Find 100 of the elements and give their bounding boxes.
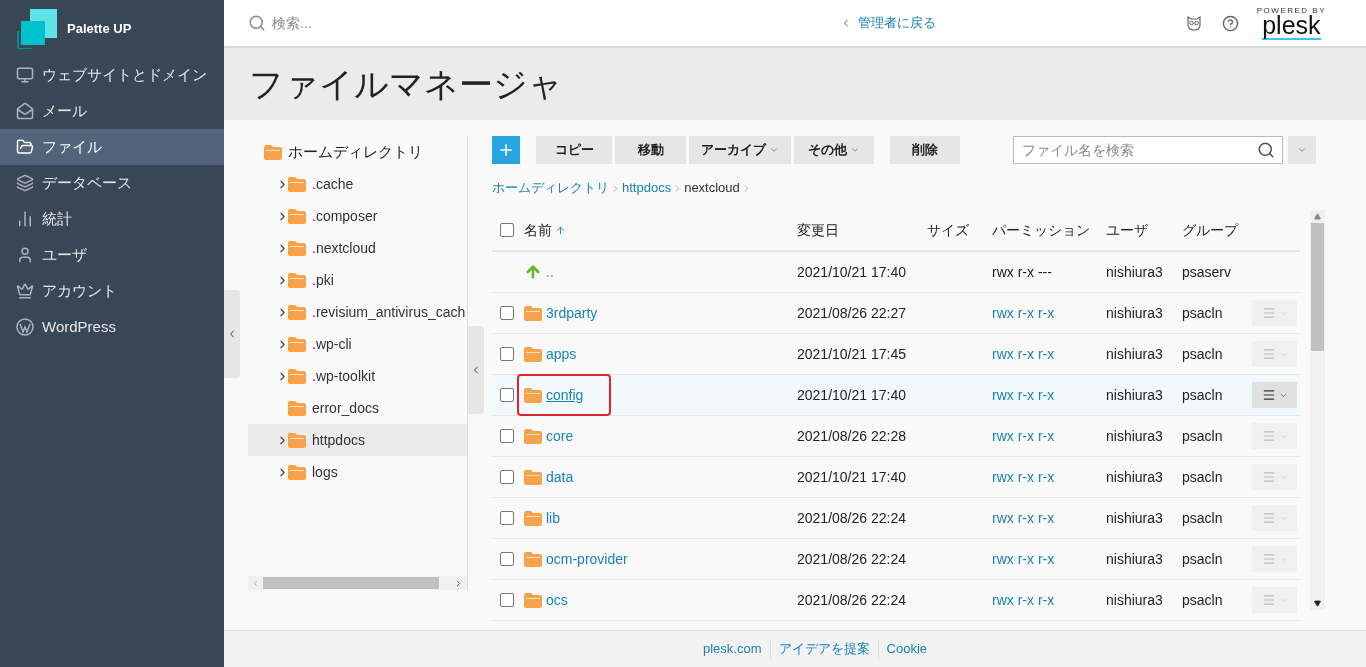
- footer-link[interactable]: アイデアを提案: [769, 639, 878, 659]
- tree-item[interactable]: ホームディレクトリ: [248, 136, 467, 168]
- group-cell: psacln: [1182, 468, 1223, 485]
- row-menu-button[interactable]: [1252, 382, 1297, 408]
- permissions-cell[interactable]: rwx r-x r-x: [992, 509, 1055, 526]
- date-cell: 2021/08/26 22:24: [797, 509, 906, 526]
- folder-icon: [288, 304, 306, 320]
- logo-tagline: POWERED BY: [1256, 6, 1326, 15]
- toolbar-button[interactable]: 削除: [890, 136, 960, 164]
- toolbar-button[interactable]: 移動: [615, 136, 686, 164]
- user-cell: nishiura3: [1106, 427, 1163, 444]
- nav-item[interactable]: ファイル: [0, 129, 224, 165]
- owl-icon[interactable]: [1185, 15, 1202, 31]
- toolbar-button[interactable]: その他: [794, 136, 874, 164]
- tree-item[interactable]: error_docs: [248, 392, 467, 424]
- menu-icon: [1261, 429, 1276, 443]
- table-row[interactable]: .. 2021/10/21 17:40 rwx r-x --- nishiura3 psaserv: [492, 252, 1300, 293]
- toolbar-button[interactable]: コピー: [536, 136, 612, 164]
- checkbox[interactable]: [500, 511, 514, 525]
- folder-icon: [288, 336, 306, 352]
- breadcrumb-link[interactable]: httpdocs: [622, 178, 672, 198]
- permissions-cell[interactable]: rwx r-x r-x: [992, 386, 1055, 403]
- nav-item[interactable]: 統計: [0, 201, 224, 237]
- table-row[interactable]: lib 2021/08/26 22:24 rwx r-x r-x nishiura3 psacln: [492, 498, 1300, 539]
- breadcrumb-link[interactable]: nextcloud: [684, 178, 740, 198]
- tree-item[interactable]: .wp-toolkit: [248, 360, 467, 392]
- column-header[interactable]: 名前: [524, 219, 566, 241]
- checkbox[interactable]: [500, 306, 514, 320]
- file-name-link[interactable]: core: [546, 425, 574, 447]
- footer-link[interactable]: plesk.com: [695, 639, 770, 659]
- table-row[interactable]: ocm-provider 2021/08/26 22:24 rwx r-x r-x nishiura3 psacln: [492, 539, 1300, 580]
- checkbox[interactable]: [500, 593, 514, 607]
- back-link[interactable]: 管理者に戻る: [857, 13, 936, 33]
- toolbar-button[interactable]: アーカイブ: [689, 136, 791, 164]
- checkbox[interactable]: [500, 552, 514, 566]
- tree-item[interactable]: .cache: [248, 168, 467, 200]
- nav-item[interactable]: データベース: [0, 165, 224, 201]
- tree-item[interactable]: .wp-cli: [248, 328, 467, 360]
- horizontal-scrollbar[interactable]: [248, 576, 467, 590]
- column-header[interactable]: パーミッション: [992, 219, 1090, 241]
- file-name-link[interactable]: config: [546, 384, 584, 406]
- permissions-cell[interactable]: rwx r-x r-x: [992, 591, 1055, 608]
- scroll-right-icon[interactable]: [454, 578, 463, 588]
- nav-item[interactable]: アカウント: [0, 273, 224, 309]
- file-name-link[interactable]: apps: [546, 343, 577, 365]
- vertical-scrollbar[interactable]: [1310, 210, 1325, 610]
- folder-icon: [288, 208, 306, 224]
- menu-icon: [1261, 593, 1276, 607]
- checkbox[interactable]: [500, 388, 514, 402]
- tree-item[interactable]: .nextcloud: [248, 232, 467, 264]
- column-header[interactable]: 変更日: [797, 219, 839, 241]
- column-header[interactable]: ユーザ: [1106, 219, 1148, 241]
- user-icon: [16, 246, 34, 264]
- folder-icon: [288, 464, 306, 480]
- help-icon[interactable]: [1221, 14, 1239, 32]
- column-header[interactable]: グループ: [1182, 219, 1238, 241]
- user-cell: nishiura3: [1106, 345, 1163, 362]
- permissions-cell[interactable]: rwx r-x r-x: [992, 550, 1055, 567]
- footer-link[interactable]: Cookie: [877, 639, 935, 659]
- permissions-cell[interactable]: rwx r-x r-x: [992, 304, 1055, 321]
- checkbox[interactable]: [500, 470, 514, 484]
- nav-item[interactable]: メール: [0, 93, 224, 129]
- file-name-link[interactable]: ocs: [546, 589, 568, 611]
- breadcrumb-link[interactable]: ホームディレクトリ: [492, 178, 609, 198]
- table-row[interactable]: config 2021/10/21 17:40 rwx r-x r-x nishiura3 psacln: [492, 375, 1300, 416]
- file-search-field[interactable]: ファイル名を検索: [1013, 136, 1283, 164]
- permissions-cell[interactable]: rwx r-x r-x: [992, 427, 1055, 444]
- table-row[interactable]: core 2021/08/26 22:28 rwx r-x r-x nishiura3 psacln: [492, 416, 1300, 457]
- caret-icon: [850, 145, 860, 155]
- table-row[interactable]: 3rdparty 2021/08/26 22:27 rwx r-x r-x nishiura3 psacln: [492, 293, 1300, 334]
- search-field[interactable]: 検索...: [272, 12, 572, 34]
- nav-item[interactable]: WordPress: [0, 309, 224, 345]
- tree-item[interactable]: .revisium_antivirus_cach: [248, 296, 467, 328]
- scroll-down-icon[interactable]: [1314, 600, 1321, 607]
- permissions-cell[interactable]: rwx r-x r-x: [992, 468, 1055, 485]
- tree-item[interactable]: .pki: [248, 264, 467, 296]
- crown-icon: [16, 282, 34, 300]
- date-cell: 2021/08/26 22:28: [797, 427, 906, 444]
- date-cell: 2021/08/26 22:24: [797, 550, 906, 567]
- brand-name: Palette UP: [67, 19, 132, 38]
- file-name-link[interactable]: 3rdparty: [546, 302, 598, 324]
- checkbox[interactable]: [500, 347, 514, 361]
- table-row[interactable]: ocs 2021/08/26 22:24 rwx r-x r-x nishiura3 psacln: [492, 580, 1300, 621]
- scroll-up-icon[interactable]: [1314, 213, 1321, 220]
- tree-item[interactable]: logs: [248, 456, 467, 488]
- tree-item[interactable]: .composer: [248, 200, 467, 232]
- permissions-cell[interactable]: rwx r-x r-x: [992, 345, 1055, 362]
- caret-icon: [1297, 145, 1307, 155]
- file-name-link[interactable]: lib: [546, 507, 560, 529]
- file-name-link[interactable]: ocm-provider: [546, 548, 628, 570]
- nav-item[interactable]: ウェブサイトとドメイン: [0, 57, 224, 93]
- tree-item[interactable]: httpdocs: [248, 424, 467, 456]
- checkbox[interactable]: [500, 223, 514, 237]
- file-name-link[interactable]: ..: [546, 261, 554, 283]
- file-name-link[interactable]: data: [546, 466, 574, 488]
- checkbox[interactable]: [500, 429, 514, 443]
- table-row[interactable]: data 2021/10/21 17:40 rwx r-x r-x nishiura3 psacln: [492, 457, 1300, 498]
- nav-item[interactable]: ユーザ: [0, 237, 224, 273]
- group-cell: psacln: [1182, 427, 1223, 444]
- column-header[interactable]: サイズ: [927, 219, 969, 241]
